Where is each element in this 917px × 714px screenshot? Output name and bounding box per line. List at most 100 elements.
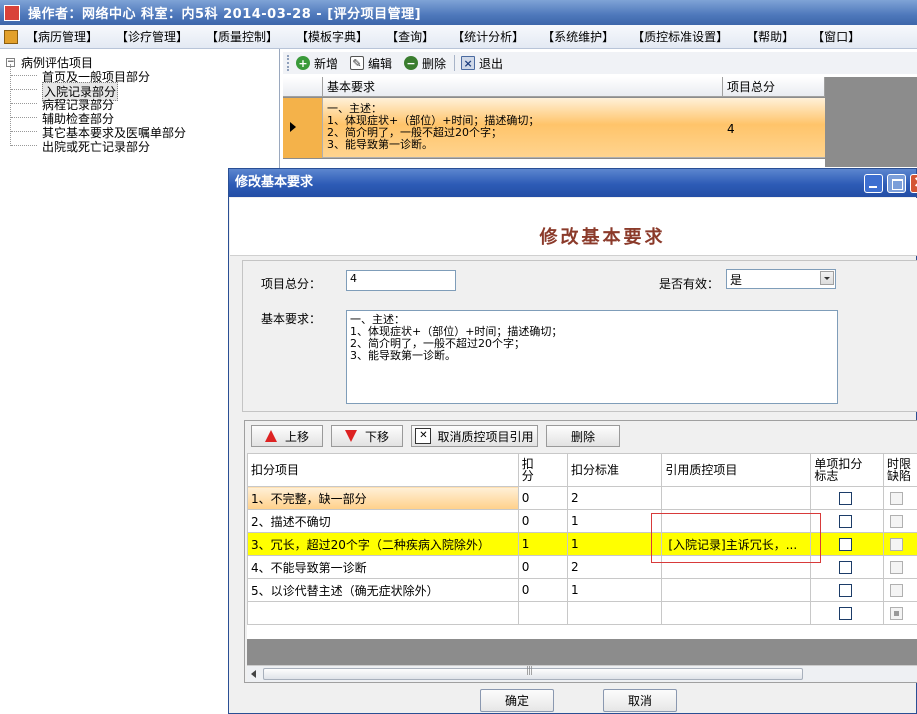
- time-defect-checkbox[interactable]: [889, 561, 903, 574]
- close-button[interactable]: [910, 172, 917, 193]
- column-requirement[interactable]: 基本要求: [323, 77, 723, 97]
- cell-item[interactable]: 5、以诊代替主述（确无症状除外）: [247, 578, 519, 602]
- single-flag-checkbox[interactable]: [839, 515, 853, 528]
- single-flag-checkbox[interactable]: [839, 607, 853, 620]
- dialog-banner: 修改基本要求: [230, 198, 917, 256]
- table-row[interactable]: 3、冗长，超过20个字（二种疾病入院除外） 1 1 [入院记录]主诉冗长，...: [247, 532, 917, 556]
- cell-score[interactable]: 0: [517, 486, 569, 510]
- menu-qc-standards[interactable]: 【质控标准设置】: [632, 28, 728, 45]
- table-row[interactable]: 一、主述： 1、体现症状+（部位）+时间；描述确切； 2、简介明了，一般不超过2…: [283, 98, 825, 158]
- cell-item[interactable]: 3、冗长，超过20个字（二种疾病入院除外）: [247, 532, 519, 556]
- minimize-button[interactable]: [864, 174, 883, 193]
- cell-standard[interactable]: 2: [567, 555, 663, 579]
- menu-help[interactable]: 【帮助】: [746, 28, 794, 45]
- add-button[interactable]: + 新增: [296, 55, 338, 72]
- cell-item[interactable]: 2、描述不确切: [247, 509, 519, 533]
- cell-standard[interactable]: 2: [567, 486, 663, 510]
- menu-window[interactable]: 【窗口】: [812, 28, 860, 45]
- cell-standard[interactable]: 1: [567, 509, 663, 533]
- cancel-qc-reference-button[interactable]: ✕ 取消质控项目引用: [411, 425, 538, 447]
- menu-medical-records[interactable]: 【病历管理】: [26, 28, 98, 45]
- row-selector[interactable]: [283, 98, 323, 158]
- scroll-left-icon[interactable]: [251, 670, 256, 678]
- add-icon: +: [296, 56, 310, 70]
- window-title: 操作者：网络中心 科室：内5科 2014-03-28 - [评分项目管理]: [28, 7, 422, 22]
- column-time-defect[interactable]: 时限缺陷: [882, 453, 917, 487]
- time-defect-checkbox[interactable]: [889, 538, 903, 551]
- ok-button[interactable]: 确定: [480, 689, 554, 712]
- cell-single: [810, 486, 884, 510]
- time-defect-checkbox[interactable]: [889, 607, 903, 620]
- time-defect-checkbox[interactable]: [889, 492, 903, 505]
- cell-score[interactable]: 0: [517, 509, 569, 533]
- move-up-button[interactable]: 上移: [251, 425, 323, 447]
- time-defect-checkbox[interactable]: [889, 584, 903, 597]
- menu-statistics[interactable]: 【统计分析】: [452, 28, 524, 45]
- cell-standard[interactable]: [567, 601, 663, 625]
- cell-ref[interactable]: [661, 601, 812, 625]
- row-requirement: 一、主述： 1、体现症状+（部位）+时间；描述确切； 2、简介明了，一般不超过2…: [327, 102, 540, 151]
- cell-score[interactable]: [517, 601, 569, 625]
- cell-item[interactable]: [247, 601, 519, 625]
- cell-standard[interactable]: 1: [567, 532, 663, 556]
- single-flag-checkbox[interactable]: [839, 538, 853, 551]
- delete-button[interactable]: − 删除: [404, 55, 446, 72]
- menu-template-dict[interactable]: 【模板字典】: [296, 28, 368, 45]
- table-row[interactable]: 5、以诊代替主述（确无症状除外） 0 1: [247, 578, 917, 602]
- unlink-icon: ✕: [415, 428, 432, 444]
- menu-query[interactable]: 【查询】: [386, 28, 434, 45]
- cancel-button[interactable]: 取消: [603, 689, 677, 712]
- maximize-button[interactable]: [887, 174, 906, 193]
- requirements-grid: 基本要求 项目总分 一、主述： 1、体现症状+（部位）+时间；描述确切； 2、简…: [283, 77, 917, 167]
- menu-app-icon[interactable]: [4, 29, 18, 44]
- edit-button[interactable]: ✎ 编辑: [350, 55, 392, 72]
- column-total[interactable]: 项目总分: [723, 77, 825, 97]
- grid-empty-area: [247, 639, 917, 665]
- valid-select[interactable]: 是: [726, 269, 836, 289]
- total-score-input[interactable]: 4: [346, 270, 456, 291]
- column-deduction-item[interactable]: 扣分项目: [247, 453, 519, 487]
- table-row-new[interactable]: [247, 601, 917, 625]
- cell-score[interactable]: 0: [517, 555, 569, 579]
- cell-ref[interactable]: [661, 578, 812, 602]
- time-defect-checkbox[interactable]: [889, 515, 903, 528]
- chevron-down-icon[interactable]: [820, 271, 834, 285]
- cell-item[interactable]: 4、不能导致第一诊断: [247, 555, 519, 579]
- horizontal-scrollbar[interactable]: [247, 665, 917, 682]
- table-row[interactable]: 4、不能导致第一诊断 0 2: [247, 555, 917, 579]
- cell-single: [810, 578, 884, 602]
- arrow-up-icon: [264, 430, 277, 442]
- row-total: 4: [727, 122, 735, 136]
- table-row[interactable]: [283, 159, 825, 167]
- cell-ref[interactable]: [入院记录]主诉冗长，...: [661, 532, 812, 556]
- delete-icon: −: [404, 56, 419, 70]
- scroll-thumb[interactable]: [263, 666, 803, 680]
- column-deduction-score[interactable]: 扣分: [517, 453, 569, 487]
- menu-diagnosis[interactable]: 【诊疗管理】: [116, 28, 188, 45]
- menu-quality-control[interactable]: 【质量控制】: [206, 28, 278, 45]
- menu-system-maintenance[interactable]: 【系统维护】: [542, 28, 614, 45]
- single-flag-checkbox[interactable]: [839, 561, 853, 574]
- cell-standard[interactable]: 1: [567, 578, 663, 602]
- delete-deduction-button[interactable]: 删除: [546, 425, 620, 447]
- cell-score[interactable]: 1: [517, 532, 569, 556]
- cell-time: [882, 601, 917, 625]
- column-single-flag[interactable]: 单项扣分标志: [810, 453, 884, 487]
- single-flag-checkbox[interactable]: [839, 492, 853, 505]
- cell-ref[interactable]: [661, 509, 812, 533]
- single-flag-checkbox[interactable]: [839, 584, 853, 597]
- cell-time: [882, 486, 917, 510]
- exit-button[interactable]: × 退出: [461, 55, 503, 72]
- cell-item[interactable]: 1、不完整，缺一部分: [247, 486, 519, 510]
- cell-score[interactable]: 0: [517, 578, 569, 602]
- table-row[interactable]: 1、不完整，缺一部分 0 2: [247, 486, 917, 510]
- requirement-textarea[interactable]: 一、主述： 1、体现症状+（部位）+时间；描述确切； 2、简介明了，一般不超过2…: [346, 310, 838, 404]
- cell-ref[interactable]: [661, 555, 812, 579]
- dialog-title-bar[interactable]: 修改基本要求: [229, 169, 916, 197]
- cell-ref[interactable]: [661, 486, 812, 510]
- table-row[interactable]: 2、描述不确切 0 1: [247, 509, 917, 533]
- column-deduction-standard[interactable]: 扣分标准: [567, 453, 663, 487]
- column-qc-reference[interactable]: 引用质控项目: [661, 453, 812, 487]
- main-title-bar: 操作者：网络中心 科室：内5科 2014-03-28 - [评分项目管理]: [0, 0, 917, 25]
- move-down-button[interactable]: 下移: [331, 425, 403, 447]
